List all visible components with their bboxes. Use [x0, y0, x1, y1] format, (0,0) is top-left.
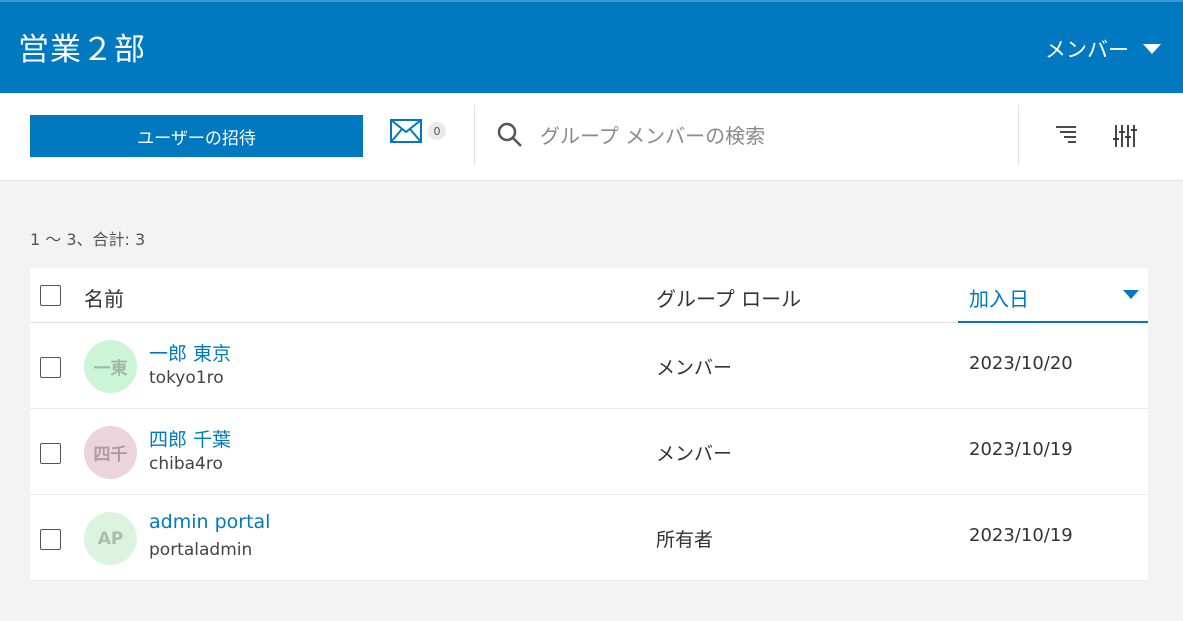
member-username: chiba4ro: [149, 454, 223, 474]
toolbar: ユーザーの招待 0: [0, 93, 1183, 181]
filter-sliders-icon[interactable]: [1112, 123, 1138, 149]
invitations-button[interactable]: 0: [390, 119, 446, 143]
member-name-link[interactable]: admin portal: [149, 511, 270, 533]
avatar: 四千: [84, 426, 137, 479]
member-role: 所有者: [656, 529, 714, 551]
search-icon: [497, 122, 522, 147]
member-username: portaladmin: [149, 540, 253, 560]
group-title: 営業２部: [18, 32, 146, 68]
table-row: 四千 四郎 千葉 chiba4ro メンバー 2023/10/19: [30, 409, 1148, 495]
table-row: 一東 一郎 東京 tokyo1ro メンバー 2023/10/20: [30, 323, 1148, 409]
member-joined-date: 2023/10/20: [969, 353, 1073, 374]
sort-descending-icon[interactable]: [1123, 290, 1139, 299]
column-header-name[interactable]: 名前: [84, 283, 124, 312]
avatar: AP: [84, 512, 137, 565]
member-menu-label: メンバー: [1045, 38, 1129, 62]
toolbar-divider: [474, 105, 475, 165]
row-checkbox[interactable]: [40, 357, 61, 378]
member-username: tokyo1ro: [149, 368, 224, 388]
table-row: AP admin portal portaladmin 所有者 2023/10/…: [30, 495, 1148, 581]
select-all-checkbox[interactable]: [40, 285, 61, 306]
member-name-link[interactable]: 四郎 千葉: [149, 425, 231, 452]
sort-icon[interactable]: [1054, 123, 1078, 147]
invite-users-button[interactable]: ユーザーの招待: [30, 115, 363, 157]
row-checkbox[interactable]: [40, 529, 61, 550]
avatar: 一東: [84, 340, 137, 393]
envelope-icon: [390, 119, 422, 143]
app-header: 営業２部 メンバー: [0, 0, 1183, 93]
member-role: メンバー: [656, 443, 733, 465]
members-table: 名前 グループ ロール 加入日 一東 一郎 東京 tokyo1ro メンバー 2…: [30, 268, 1148, 581]
member-role: メンバー: [656, 357, 733, 379]
table-header: 名前 グループ ロール 加入日: [30, 268, 1148, 323]
member-menu-dropdown[interactable]: メンバー: [1045, 34, 1161, 64]
member-name-link[interactable]: 一郎 東京: [149, 339, 231, 366]
member-search-input[interactable]: [540, 117, 1000, 155]
result-count: 1 ～ 3、合計: 3: [30, 230, 146, 249]
chevron-down-icon: [1143, 44, 1161, 54]
row-checkbox[interactable]: [40, 443, 61, 464]
toolbar-divider: [1018, 105, 1019, 165]
column-header-role[interactable]: グループ ロール: [656, 283, 801, 312]
member-joined-date: 2023/10/19: [969, 525, 1073, 546]
member-joined-date: 2023/10/19: [969, 439, 1073, 460]
column-header-joined[interactable]: 加入日: [969, 283, 1029, 312]
invitation-count-badge: 0: [428, 122, 446, 140]
